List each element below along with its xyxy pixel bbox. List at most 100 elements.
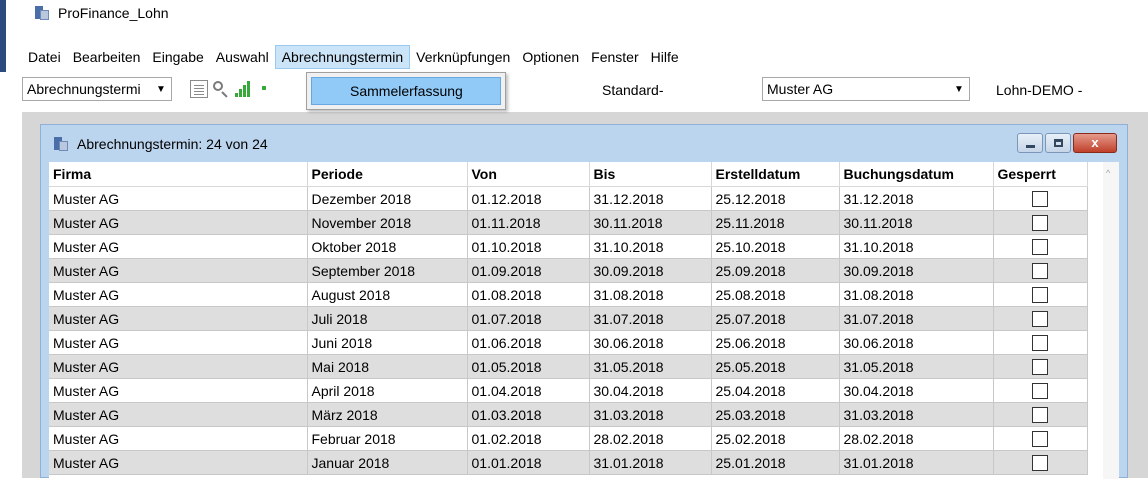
gesperrt-checkbox[interactable] <box>1032 191 1048 208</box>
signal-icon[interactable] <box>234 80 252 98</box>
menu-fenster[interactable]: Fenster <box>585 45 644 69</box>
mandant-label: Lohn-DEMO - <box>996 82 1083 98</box>
gesperrt-checkbox[interactable] <box>1032 431 1048 448</box>
cell-von: 01.11.2018 <box>467 210 590 235</box>
cell-bis: 31.07.2018 <box>589 306 712 331</box>
company-select[interactable]: Muster AG ▼ <box>762 77 970 101</box>
document-icon[interactable] <box>190 80 208 98</box>
gesperrt-checkbox[interactable] <box>1032 263 1048 280</box>
search-icon[interactable] <box>212 80 230 98</box>
menu-bearbeiten[interactable]: Bearbeiten <box>67 45 147 69</box>
maximize-button[interactable] <box>1045 133 1071 153</box>
status-dot-icon <box>262 86 266 90</box>
cell-firma: Muster AG <box>49 354 308 379</box>
table-row[interactable]: Muster AG November 2018 01.11.2018 30.11.20… <box>49 210 1088 235</box>
cell-von: 01.02.2018 <box>467 426 590 451</box>
table-row[interactable]: Muster AG Juni 2018 01.06.2018 30.06.2018 25… <box>49 330 1088 355</box>
cell-buchung: 31.12.2018 <box>839 186 994 211</box>
table-row[interactable]: Muster AG September 2018 01.09.2018 30.09.2… <box>49 258 1088 283</box>
gesperrt-checkbox[interactable] <box>1032 455 1048 472</box>
view-select-value: Abrechnungstermi <box>27 81 141 97</box>
cell-firma: Muster AG <box>49 402 308 427</box>
cell-buchung: 31.10.2018 <box>839 234 994 259</box>
table-row[interactable]: Muster AG Mai 2018 01.05.2018 31.05.2018 25.… <box>49 354 1088 379</box>
gesperrt-checkbox[interactable] <box>1032 335 1048 352</box>
cell-firma: Muster AG <box>49 210 308 235</box>
cell-periode: April 2018 <box>307 378 468 403</box>
cell-bis: 31.03.2018 <box>589 402 712 427</box>
cell-periode: März 2018 <box>307 402 468 427</box>
table-row[interactable]: Muster AG Dezember 2018 01.12.2018 31.12.20… <box>49 186 1088 211</box>
menu-auswahl[interactable]: Auswahl <box>210 45 275 69</box>
table-row[interactable]: Muster AG Oktober 2018 01.10.2018 31.10.201… <box>49 234 1088 259</box>
cell-erstell: 25.07.2018 <box>711 306 840 331</box>
table-row[interactable]: Muster AG März 2018 01.03.2018 31.03.2018 25… <box>49 402 1088 427</box>
table-row[interactable]: Muster AG August 2018 01.08.2018 31.08.2018… <box>49 282 1088 307</box>
gesperrt-checkbox[interactable] <box>1032 359 1048 376</box>
cell-periode: Dezember 2018 <box>307 186 468 211</box>
grid-table: Firma Periode Von Bis Erstelldatum Buchu… <box>49 162 1088 475</box>
cell-gesperrt <box>993 330 1088 355</box>
column-header[interactable]: Firma <box>49 162 308 187</box>
child-title-bar[interactable]: Abrechnungstermin: 24 von 24 <box>41 125 1127 163</box>
column-header[interactable]: Bis <box>589 162 712 187</box>
cell-bis: 31.08.2018 <box>589 282 712 307</box>
cell-gesperrt <box>993 378 1088 403</box>
column-header[interactable]: Buchungsdatum <box>839 162 994 187</box>
cell-gesperrt <box>993 210 1088 235</box>
table-row[interactable]: Muster AG Februar 2018 01.02.2018 28.02.201… <box>49 426 1088 451</box>
cell-von: 01.08.2018 <box>467 282 590 307</box>
mdi-area: Abrechnungstermin: 24 von 24 x Firma Per… <box>22 112 1148 479</box>
cell-buchung: 30.09.2018 <box>839 258 994 283</box>
cell-firma: Muster AG <box>49 282 308 307</box>
cell-von: 01.01.2018 <box>467 450 590 475</box>
menu-eingabe[interactable]: Eingabe <box>146 45 209 69</box>
cell-buchung: 31.07.2018 <box>839 306 994 331</box>
gesperrt-checkbox[interactable] <box>1032 239 1048 256</box>
menu-verknuepfungen[interactable]: Verknüpfungen <box>410 45 516 69</box>
chevron-down-icon[interactable]: ▼ <box>949 84 969 95</box>
cell-bis: 30.06.2018 <box>589 330 712 355</box>
cell-erstell: 25.03.2018 <box>711 402 840 427</box>
title-bar: ProFinance_Lohn <box>12 0 1148 26</box>
cell-firma: Muster AG <box>49 306 308 331</box>
cell-von: 01.10.2018 <box>467 234 590 259</box>
close-button[interactable]: x <box>1073 133 1117 153</box>
cell-periode: Juli 2018 <box>307 306 468 331</box>
toolbar: Abrechnungstermi ▼ Standard- Muster AG ▼… <box>22 74 1148 106</box>
minimize-button[interactable] <box>1017 133 1043 153</box>
table-row[interactable]: Muster AG Juli 2018 01.07.2018 31.07.2018 25… <box>49 306 1088 331</box>
menu-item-sammelerfassung[interactable]: Sammelerfassung <box>311 77 501 105</box>
cell-buchung: 28.02.2018 <box>839 426 994 451</box>
cell-bis: 31.10.2018 <box>589 234 712 259</box>
cell-gesperrt <box>993 426 1088 451</box>
gesperrt-checkbox[interactable] <box>1032 311 1048 328</box>
menu-datei[interactable]: Datei <box>22 45 67 69</box>
gesperrt-checkbox[interactable] <box>1032 287 1048 304</box>
column-header[interactable]: Von <box>467 162 590 187</box>
cell-firma: Muster AG <box>49 378 308 403</box>
scroll-up-icon[interactable]: ^ <box>1106 168 1110 178</box>
column-header[interactable]: Erstelldatum <box>711 162 840 187</box>
gesperrt-checkbox[interactable] <box>1032 383 1048 400</box>
gesperrt-checkbox[interactable] <box>1032 407 1048 424</box>
column-header[interactable]: Periode <box>307 162 468 187</box>
table-row[interactable]: Muster AG Januar 2018 01.01.2018 31.01.2018… <box>49 450 1088 475</box>
gesperrt-checkbox[interactable] <box>1032 215 1048 232</box>
table-row[interactable]: Muster AG April 2018 01.04.2018 30.04.2018 2… <box>49 378 1088 403</box>
chevron-down-icon[interactable]: ▼ <box>151 84 171 95</box>
column-header[interactable]: Gesperrt <box>993 162 1088 187</box>
abrechnungstermin-menu: Sammelerfassung <box>306 72 506 110</box>
view-select[interactable]: Abrechnungstermi ▼ <box>22 77 172 101</box>
cell-firma: Muster AG <box>49 258 308 283</box>
cell-von: 01.06.2018 <box>467 330 590 355</box>
cell-gesperrt <box>993 282 1088 307</box>
menu-optionen[interactable]: Optionen <box>516 45 585 69</box>
header-row: Firma Periode Von Bis Erstelldatum Buchu… <box>49 162 1088 187</box>
vertical-scrollbar[interactable]: ^ <box>1103 162 1119 479</box>
menu-abrechnungstermin[interactable]: Abrechnungstermin <box>274 45 411 69</box>
cell-bis: 30.04.2018 <box>589 378 712 403</box>
left-edge <box>0 0 6 478</box>
menu-hilfe[interactable]: Hilfe <box>645 45 685 69</box>
cell-erstell: 25.09.2018 <box>711 258 840 283</box>
